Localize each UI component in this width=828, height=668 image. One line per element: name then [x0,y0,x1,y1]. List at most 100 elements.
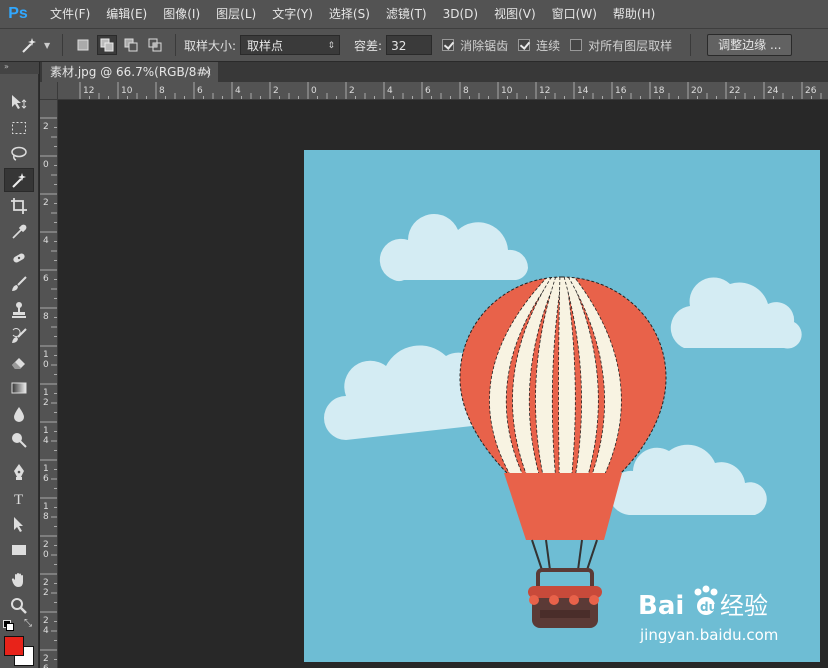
menu-layer[interactable]: 图层(L) [208,0,264,28]
antialias-checkbox-box[interactable] [442,39,455,51]
magic-wand-icon [22,38,36,53]
document-tab[interactable]: 素材.jpg @ 66.7%(RGB/8#) × [42,62,218,82]
ruler-label: 8 [43,512,49,522]
tool-clone-stamp[interactable] [4,298,34,322]
foreground-color-swatch[interactable] [4,636,24,656]
document-tab-title: 素材.jpg @ 66.7%(RGB/8#) [50,65,212,79]
brush-icon [12,276,27,291]
tolerance-input[interactable]: 32 [386,35,433,55]
sample-size-label: 取样大小: [184,38,237,53]
ruler-label: 0 [311,86,317,96]
subtract-from-selection-button[interactable] [121,35,141,55]
tool-path-selection[interactable] [4,512,34,536]
watermark-brand-left: Bai [638,591,684,621]
ruler-label: 6 [43,664,49,668]
toolbox-header[interactable]: » [0,62,39,74]
ruler-label: 10 [121,86,133,96]
separator [175,34,176,56]
tool-eraser[interactable] [4,350,34,374]
ruler-label: 4 [43,626,49,636]
menu-help[interactable]: 帮助(H) [605,0,663,28]
ruler-label: 8 [159,86,165,96]
intersect-selection-icon [148,38,162,52]
tool-zoom[interactable] [4,594,34,618]
tool-lasso[interactable] [4,142,34,166]
intersect-selection-button[interactable] [145,35,165,55]
menu-file[interactable]: 文件(F) [42,0,98,28]
tool-marquee[interactable] [4,116,34,140]
ruler-label: 2 [43,654,49,664]
ruler-label: 14 [577,86,589,96]
vertical-ruler-ticks: 202468101214161820222426 [40,117,57,668]
tool-magic-wand[interactable] [4,168,34,192]
menu-edit[interactable]: 编辑(E) [98,0,155,28]
menu-window[interactable]: 窗口(W) [544,0,605,28]
tool-healing-brush[interactable] [4,246,34,270]
contiguous-checkbox[interactable]: 连续 [518,37,560,54]
ruler-label: 12 [539,86,550,96]
ruler-label: 2 [43,616,49,626]
path-selection-icon [14,517,23,532]
sample-size-value: 取样点 [247,39,284,53]
tool-move[interactable] [4,90,34,114]
menu-image[interactable]: 图像(I) [155,0,208,28]
tool-gradient[interactable] [4,376,34,400]
collapse-icon[interactable]: » [4,62,9,71]
tool-type[interactable]: T [4,486,34,510]
tool-preset-caret[interactable]: ▼ [44,41,54,50]
add-to-selection-button[interactable] [97,35,117,55]
magic-wand-icon [12,173,26,188]
default-colors-icon[interactable] [3,620,14,631]
new-selection-button[interactable] [73,35,93,55]
marquee-icon [12,122,26,134]
watermark-url: jingyan.baidu.com [639,626,778,644]
ruler-label: 6 [43,274,49,284]
eyedropper-icon [12,224,27,239]
baidu-paw-icon: du [694,585,718,615]
sample-size-select[interactable]: 取样点 ⇕ [240,35,341,55]
ruler-label: 4 [235,86,241,96]
ruler-label: 1 [43,426,49,436]
ruler-label: 16 [615,86,627,96]
ruler-origin[interactable] [40,82,58,100]
new-selection-icon [77,39,89,51]
refine-edge-button[interactable]: 调整边缘 ... [707,34,793,56]
tool-history-brush[interactable] [4,324,34,348]
tool-dodge[interactable] [4,428,34,452]
tool-brush[interactable] [4,272,34,296]
menu-3d[interactable]: 3D(D) [435,0,486,28]
sample-all-layers-checkbox[interactable]: 对所有图层取样 [570,37,672,54]
tool-hand[interactable] [4,568,34,592]
tolerance-label: 容差: [354,38,383,53]
tool-pen[interactable] [4,460,34,484]
eraser-icon [12,358,25,369]
horizontal-ruler[interactable]: 12 10 8 6 4 2 0 2 4 6 8 10 12 14 16 18 20 22 24 26 [58,82,828,100]
move-icon [12,95,27,109]
ruler-label: 4 [43,236,49,246]
menu-view[interactable]: 视图(V) [486,0,544,28]
antialias-checkbox[interactable]: 消除锯齿 [442,37,508,54]
ruler-label: 4 [387,86,393,96]
tool-blur[interactable] [4,402,34,426]
swap-colors-icon[interactable]: ⤡ [24,618,32,629]
menu-type[interactable]: 文字(Y) [264,0,321,28]
tool-eyedropper[interactable] [4,220,34,244]
ruler-label: 1 [43,502,49,512]
add-to-selection-icon [100,38,114,52]
menu-filter[interactable]: 滤镜(T) [378,0,435,28]
separator [62,34,63,56]
tool-preset-picker[interactable] [14,32,44,58]
menu-select[interactable]: 选择(S) [321,0,378,28]
vertical-ruler[interactable]: 202468101214161820222426 [40,100,58,668]
tool-rectangle[interactable] [4,538,34,562]
ruler-label: 2 [43,588,49,598]
close-tab-icon[interactable]: × [202,62,212,82]
ruler-label: 2 [43,122,49,132]
sample-all-layers-checkbox-box[interactable] [570,39,583,51]
blur-icon [14,407,24,422]
tool-crop[interactable] [4,194,34,218]
canvas-area[interactable]: Bai du 经验 jingyan.baidu.com [58,100,828,668]
contiguous-checkbox-box[interactable] [518,39,531,51]
clone-stamp-icon [12,302,26,318]
document-tab-bar: 素材.jpg @ 66.7%(RGB/8#) × [40,62,828,82]
